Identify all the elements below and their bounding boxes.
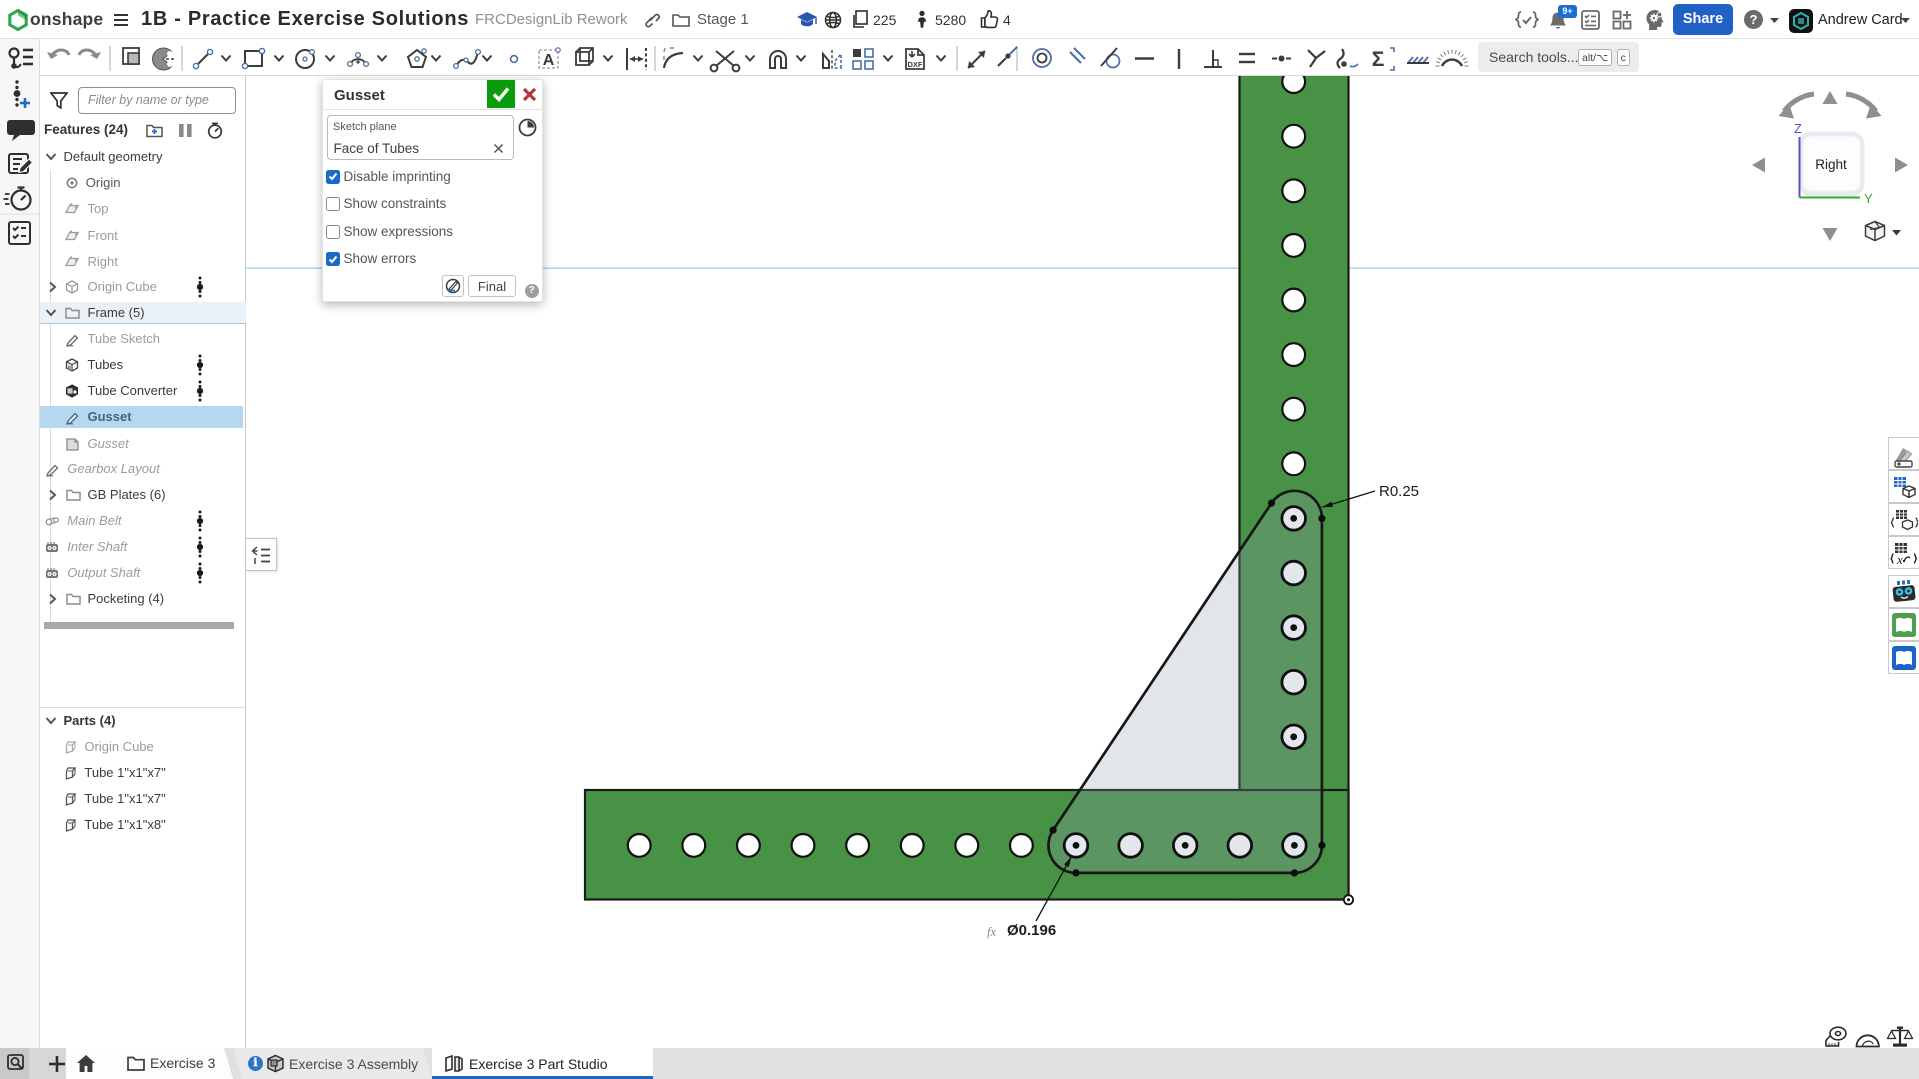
svg-text:R0.25: R0.25 xyxy=(1379,483,1419,500)
svg-text:Z: Z xyxy=(1794,121,1802,136)
svg-text:Ø0.196: Ø0.196 xyxy=(1007,922,1056,939)
svg-text:A: A xyxy=(543,52,555,69)
svg-text:fx: fx xyxy=(987,925,996,939)
svg-text:Y: Y xyxy=(1864,191,1873,206)
svg-text:Σ: Σ xyxy=(1372,48,1385,71)
svg-text:DXF: DXF xyxy=(908,60,923,69)
svg-text:x: x xyxy=(1896,552,1903,567)
svg-text:Right: Right xyxy=(1815,157,1847,172)
